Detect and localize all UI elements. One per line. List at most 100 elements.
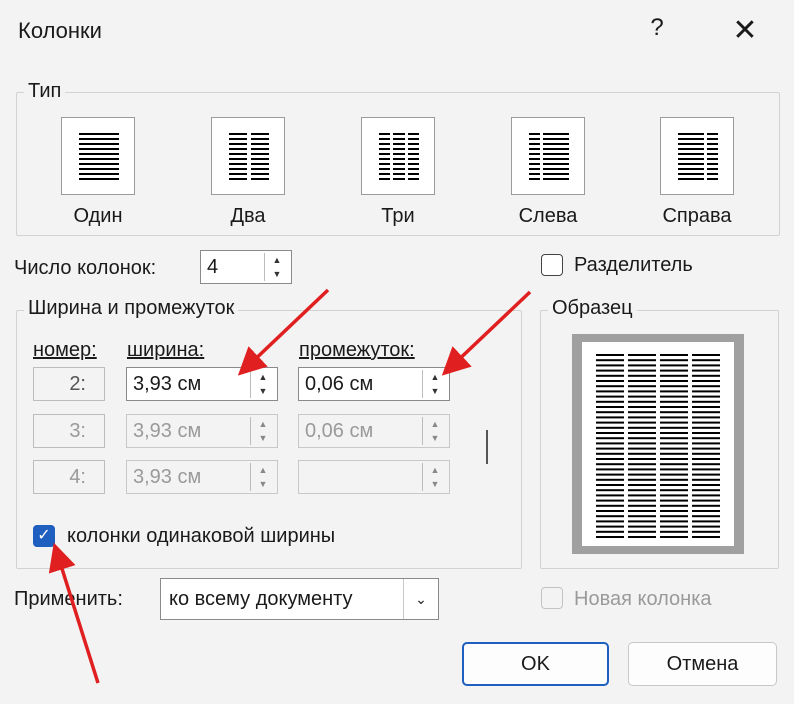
column-number-box: 3: xyxy=(33,414,105,448)
preview-line xyxy=(596,504,624,507)
preview-line xyxy=(692,426,720,429)
preview-page xyxy=(582,342,734,546)
preview-line xyxy=(596,536,624,538)
preview-line xyxy=(628,463,656,466)
preview-line xyxy=(692,473,720,476)
preview-line xyxy=(692,452,720,455)
preview-line xyxy=(628,437,656,440)
column-spacing-stepper: ▲ ▼ xyxy=(298,460,450,494)
preset-two-button[interactable] xyxy=(211,117,285,195)
preview-line xyxy=(596,380,624,382)
preview-line xyxy=(692,359,720,362)
preview-line xyxy=(596,400,624,403)
new-column-checkbox xyxy=(541,587,563,609)
close-icon[interactable]: ✕ xyxy=(722,8,768,54)
spin-up-icon: ▲ xyxy=(430,465,440,475)
preset-right-button[interactable] xyxy=(660,117,734,195)
ok-button[interactable]: OK xyxy=(462,642,609,686)
preview-line xyxy=(660,400,688,403)
preview-line xyxy=(596,359,624,362)
preview-line xyxy=(596,437,624,440)
spin-down-icon[interactable]: ▼ xyxy=(423,384,447,398)
preset-left-button[interactable] xyxy=(511,117,585,195)
preview-line xyxy=(596,484,624,486)
preview-line xyxy=(596,489,624,492)
column-width-stepper[interactable]: 3,93 см ▲ ▼ xyxy=(126,367,278,401)
preview-line xyxy=(628,473,656,476)
preview-frame xyxy=(572,334,744,554)
equal-width-checkbox[interactable]: ✓ xyxy=(33,525,55,547)
preset-one-button[interactable] xyxy=(61,117,135,195)
preview-line xyxy=(660,489,688,492)
preview-line xyxy=(660,463,688,466)
column-width-value: 3,93 см xyxy=(133,420,202,442)
preview-line xyxy=(628,406,656,408)
preview-line xyxy=(596,421,624,424)
new-column-label: Новая колонка xyxy=(574,588,712,610)
width-spin-buttons: ▲ ▼ xyxy=(250,417,275,445)
one-column-icon xyxy=(79,133,119,180)
preview-line xyxy=(628,354,656,356)
preview-line xyxy=(692,478,720,481)
spin-up-icon[interactable]: ▲ xyxy=(423,370,447,384)
two-columns-icon xyxy=(229,133,269,180)
preview-line xyxy=(692,374,720,377)
preview-line xyxy=(628,504,656,507)
preview-line xyxy=(596,390,624,393)
three-columns-icon xyxy=(379,133,419,180)
preview-line xyxy=(628,359,656,362)
rows-scrollbar[interactable] xyxy=(486,430,488,464)
column-number-box: 4: xyxy=(33,460,105,494)
preview-line xyxy=(692,458,720,460)
window-title: Колонки xyxy=(18,18,102,43)
chevron-down-icon[interactable]: ⌄ xyxy=(403,579,438,619)
column-spacing-stepper[interactable]: 0,06 см ▲ ▼ xyxy=(298,367,450,401)
preview-line xyxy=(660,432,688,434)
apply-to-select[interactable]: ко всему документу ⌄ xyxy=(160,578,439,620)
spin-down-icon: ▼ xyxy=(258,433,268,443)
column-width-stepper: 3,93 см ▲ ▼ xyxy=(126,414,278,448)
column-count-stepper[interactable]: 4 ▲ ▼ xyxy=(200,250,292,284)
preview-line xyxy=(596,458,624,460)
spin-up-icon[interactable]: ▲ xyxy=(265,253,289,267)
preview-line xyxy=(596,374,624,377)
preview-line xyxy=(660,536,688,538)
preview-line xyxy=(692,354,720,356)
spin-down-icon[interactable]: ▼ xyxy=(251,384,275,398)
equal-width-label: колонки одинаковой ширины xyxy=(67,525,336,547)
preview-columns-graphic xyxy=(596,354,720,538)
apply-to-value: ко всему документу xyxy=(169,588,353,610)
preview-line xyxy=(660,369,688,372)
spin-down-icon: ▼ xyxy=(430,433,440,443)
spacing-spin-buttons[interactable]: ▲ ▼ xyxy=(422,370,447,398)
cancel-button[interactable]: Отмена xyxy=(628,642,777,686)
preview-line xyxy=(628,520,656,523)
spin-up-icon: ▲ xyxy=(258,465,268,475)
preview-line xyxy=(628,489,656,492)
preview-line xyxy=(596,463,624,466)
preview-line xyxy=(596,525,624,528)
preview-line xyxy=(660,525,688,528)
separator-checkbox[interactable] xyxy=(541,254,563,276)
preview-line xyxy=(692,385,720,388)
preset-three-label: Три xyxy=(381,205,415,227)
preview-line xyxy=(628,416,656,419)
preset-right-label: Справа xyxy=(662,205,732,227)
preset-three-button[interactable] xyxy=(361,117,435,195)
preview-line xyxy=(628,525,656,528)
help-icon[interactable]: ? xyxy=(646,14,668,42)
column-width-value: 3,93 см xyxy=(133,466,202,488)
preview-line xyxy=(692,380,720,382)
preview-line xyxy=(692,442,720,445)
spin-down-icon: ▼ xyxy=(258,479,268,489)
preview-line xyxy=(628,426,656,429)
preview-line xyxy=(596,515,624,518)
preview-line xyxy=(660,395,688,398)
spin-up-icon[interactable]: ▲ xyxy=(251,370,275,384)
preview-line xyxy=(692,400,720,403)
preview-line xyxy=(692,421,720,424)
column-spacing-value: 0,06 см xyxy=(305,373,374,395)
width-spin-buttons[interactable]: ▲ ▼ xyxy=(250,370,275,398)
column-count-spin-buttons[interactable]: ▲ ▼ xyxy=(264,253,289,281)
spin-down-icon[interactable]: ▼ xyxy=(265,267,289,281)
